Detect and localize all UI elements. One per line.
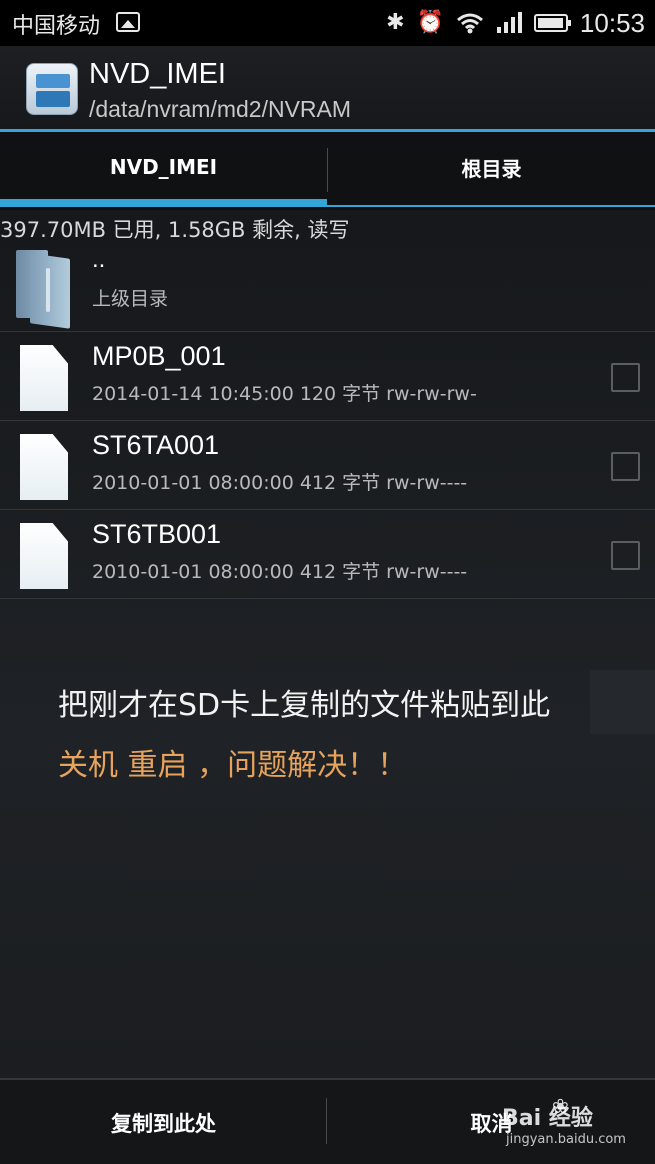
file-meta: 2010-01-01 08:00:00 412 字节 rw-rw---- xyxy=(92,561,468,583)
file-select-checkbox[interactable] xyxy=(611,541,640,570)
bluetooth-icon: ✱ xyxy=(386,10,405,35)
current-folder-title: NVD_IMEI xyxy=(89,58,226,90)
caption-background-patch xyxy=(590,670,655,734)
status-time: 10:53 xyxy=(579,7,645,38)
file-icon xyxy=(20,345,68,411)
alarm-icon: ⏰ xyxy=(416,10,444,35)
status-bar: 中国移动 ✱ ⏰ 10:53 xyxy=(0,0,655,46)
baidu-jingyan-watermark: Bai 经验 ❀ jingyan.baidu.com xyxy=(502,1094,652,1154)
file-name: ST6TA001 xyxy=(92,430,220,460)
current-path: /data/nvram/md2/NVRAM xyxy=(89,96,352,122)
bottom-bar-divider xyxy=(326,1098,327,1144)
action-bar: NVD_IMEI /data/nvram/md2/NVRAM xyxy=(0,46,655,130)
file-list-area: 397.70MB 已用, 1.58GB 剩余, 读写 .. 上级目录 MP0B_… xyxy=(0,210,655,1078)
tab-bar: NVD_IMEI 根目录 xyxy=(0,132,655,210)
battery-icon xyxy=(533,14,571,32)
parent-directory-row[interactable]: .. 上级目录 xyxy=(0,244,655,332)
file-manager-app-icon[interactable] xyxy=(26,63,78,115)
status-icons: ✱ ⏰ 10:53 xyxy=(386,6,645,40)
parent-directory-name: .. xyxy=(92,246,106,273)
watermark-brand: Bai 经验 xyxy=(502,1106,593,1131)
paw-icon: ❀ xyxy=(552,1094,569,1118)
list-item-file[interactable]: ST6TA001 2010-01-01 08:00:00 412 字节 rw-r… xyxy=(0,422,655,510)
parent-directory-label: 上级目录 xyxy=(92,288,169,310)
tab-nvd-imei[interactable]: NVD_IMEI xyxy=(0,132,327,202)
file-icon xyxy=(20,434,68,500)
file-meta: 2014-01-14 10:45:00 120 字节 rw-rw-rw- xyxy=(92,383,477,405)
copy-here-button[interactable]: 复制到此处 xyxy=(0,1080,327,1164)
wifi-icon xyxy=(456,13,483,34)
file-icon xyxy=(20,523,68,589)
watermark-url: jingyan.baidu.com xyxy=(506,1132,626,1147)
list-item-file[interactable]: MP0B_001 2014-01-14 10:45:00 120 字节 rw-r… xyxy=(0,333,655,421)
carrier-name: 中国移动 xyxy=(12,14,101,39)
instruction-caption: 把刚才在SD卡上复制的文件粘贴到此 xyxy=(58,688,551,723)
folder-icon xyxy=(16,250,70,329)
signal-icon xyxy=(496,12,522,33)
list-item-file[interactable]: ST6TB001 2010-01-01 08:00:00 412 字节 rw-r… xyxy=(0,511,655,599)
picture-icon xyxy=(116,12,140,32)
tab-root-directory[interactable]: 根目录 xyxy=(328,132,655,202)
file-select-checkbox[interactable] xyxy=(611,452,640,481)
file-select-checkbox[interactable] xyxy=(611,363,640,392)
storage-info: 397.70MB 已用, 1.58GB 剩余, 读写 xyxy=(0,218,350,242)
file-meta: 2010-01-01 08:00:00 412 字节 rw-rw---- xyxy=(92,472,468,494)
file-name: ST6TB001 xyxy=(92,519,222,549)
file-name: MP0B_001 xyxy=(92,341,226,371)
instruction-caption-highlight: 关机 重启 ，问题解决！！ xyxy=(58,748,408,783)
active-tab-indicator xyxy=(0,199,327,207)
